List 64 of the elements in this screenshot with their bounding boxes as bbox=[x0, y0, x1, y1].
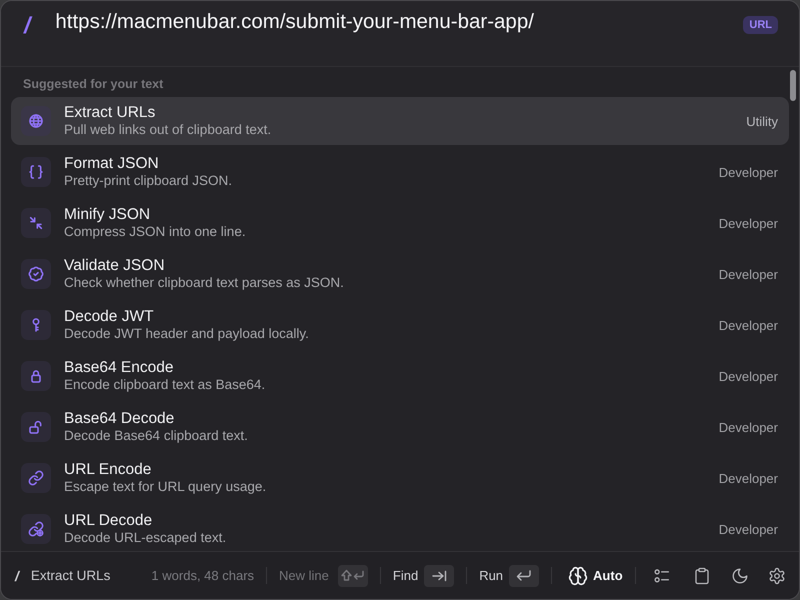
action-category: Developer bbox=[718, 318, 778, 332]
action-item[interactable]: Extract URLs Pull web links out of clipboard text. Utility bbox=[11, 97, 789, 145]
scrollbar-thumb[interactable] bbox=[790, 70, 796, 101]
action-title: URL Decode bbox=[64, 512, 154, 530]
checklist-icon[interactable] bbox=[652, 566, 671, 584]
action-title: Validate JSON bbox=[64, 257, 166, 275]
action-title: Base64 Encode bbox=[64, 359, 174, 377]
action-item[interactable]: Validate JSON Check whether clipboard text parses as JSON. Developer bbox=[11, 250, 789, 298]
action-description: Escape text for URL query usage. bbox=[64, 479, 268, 495]
action-item[interactable]: Base64 Decode Decode Base64 clipboard text. Developer bbox=[11, 403, 789, 451]
shift-return-key-icon bbox=[338, 564, 368, 586]
command-prompt: / bbox=[15, 568, 19, 584]
tab-key-icon bbox=[424, 564, 454, 586]
arrows-inward-icon bbox=[21, 208, 51, 238]
action-title: Decode JWT bbox=[64, 308, 155, 326]
action-description: Decode URL-escaped text. bbox=[64, 530, 228, 546]
action-description: Compress JSON into one line. bbox=[64, 224, 247, 240]
action-title: URL Encode bbox=[64, 461, 152, 479]
action-description: Pull web links out of clipboard text. bbox=[64, 122, 272, 138]
action-item[interactable]: URL Decode Decode URL-escaped text. Developer bbox=[11, 505, 789, 551]
lock-icon bbox=[21, 361, 51, 391]
action-description: Encode clipboard text as Base64. bbox=[64, 377, 266, 393]
action-title: Minify JSON bbox=[64, 206, 152, 224]
action-category: Developer bbox=[718, 522, 778, 536]
badge-check-icon bbox=[21, 259, 51, 289]
shortcut-button[interactable]: Find bbox=[392, 564, 454, 586]
brain-icon bbox=[568, 566, 588, 586]
action-category: Utility bbox=[746, 114, 778, 128]
type-tag: URL bbox=[743, 16, 778, 34]
link-icon bbox=[21, 463, 51, 493]
search-field[interactable]: https://macmenubar.com/submit-your-menu-bar-app/ bbox=[55, 9, 744, 35]
current-command: Extract URLs bbox=[30, 568, 110, 583]
return-key-icon bbox=[509, 564, 540, 586]
action-description: Decode Base64 clipboard text. bbox=[64, 428, 249, 444]
braces-icon bbox=[21, 157, 51, 187]
moon-icon[interactable] bbox=[730, 566, 749, 584]
action-item[interactable]: Minify JSON Compress JSON into one line. Developer bbox=[11, 199, 789, 247]
globe-icon bbox=[21, 106, 51, 136]
clipboard-icon[interactable] bbox=[692, 566, 711, 584]
mode-button[interactable]: Auto bbox=[568, 566, 623, 586]
unlock-icon bbox=[21, 412, 51, 442]
action-title: Format JSON bbox=[64, 155, 160, 173]
action-item[interactable]: Base64 Encode Encode clipboard text as Base64. Developer bbox=[11, 352, 789, 400]
action-title: Base64 Decode bbox=[64, 410, 176, 428]
action-category: Developer bbox=[718, 164, 778, 180]
action-category: Developer bbox=[718, 216, 778, 230]
section-heading: Suggested for your text bbox=[22, 76, 164, 93]
action-item[interactable]: Format JSON Pretty-print clipboard JSON. Developer bbox=[11, 148, 789, 196]
link-plus-icon bbox=[21, 514, 51, 544]
action-description: Check whether clipboard text parses as JSON. bbox=[64, 275, 345, 291]
key-icon bbox=[21, 310, 51, 340]
action-description: Decode JWT header and payload locally. bbox=[64, 326, 310, 342]
text-stats: 1 words, 48 chars bbox=[151, 568, 254, 583]
action-category: Developer bbox=[718, 368, 778, 384]
command-prompt: / bbox=[24, 12, 30, 38]
shortcut-button[interactable]: Run bbox=[479, 564, 540, 586]
action-category: Developer bbox=[718, 470, 778, 486]
action-title: Extract URLs bbox=[64, 104, 156, 122]
action-category: Developer bbox=[718, 266, 778, 282]
action-description: Pretty-print clipboard JSON. bbox=[64, 173, 234, 189]
action-item[interactable]: URL Encode Escape text for URL query usage. Developer bbox=[11, 454, 789, 502]
action-item[interactable]: Decode JWT Decode JWT header and payload locally. Developer bbox=[11, 301, 789, 349]
settings-icon[interactable] bbox=[768, 566, 786, 584]
action-category: Developer bbox=[718, 420, 778, 434]
